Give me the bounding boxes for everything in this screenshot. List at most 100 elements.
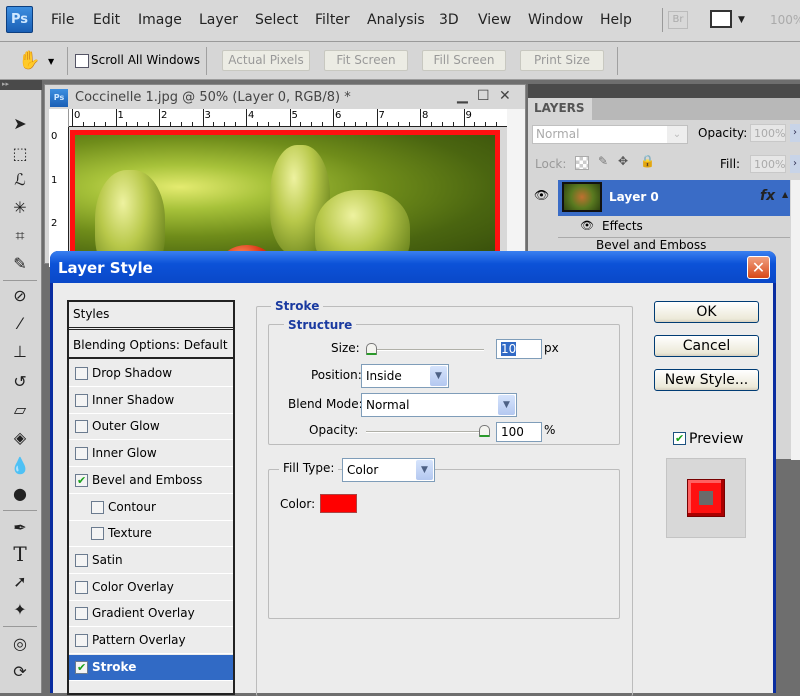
zoom-level[interactable]: 100%	[770, 13, 800, 27]
styles-header[interactable]: Styles	[69, 302, 233, 330]
path-selection-tool-icon[interactable]: ➚	[6, 570, 34, 594]
fit-screen-button[interactable]: Fit Screen	[324, 50, 408, 71]
menu-3d[interactable]: 3D	[439, 12, 459, 28]
move-tool-icon[interactable]: ➤	[6, 112, 34, 136]
collapse-effects-icon[interactable]: ▲	[782, 190, 788, 199]
style-checkbox[interactable]	[75, 553, 88, 567]
new-style-button[interactable]: New Style...	[654, 369, 759, 391]
minimize-icon[interactable]: ▁	[457, 88, 468, 104]
fill-input[interactable]: 100%	[750, 155, 786, 173]
style-checkbox[interactable]	[91, 527, 104, 541]
hand-tool-icon[interactable]: ✋	[18, 50, 40, 71]
canvas-image[interactable]	[70, 130, 500, 285]
opacity-slider-track[interactable]	[366, 431, 484, 433]
opacity-slider-thumb[interactable]	[479, 425, 490, 437]
style-item-gradient-overlay[interactable]: Gradient Overlay	[69, 601, 233, 628]
fx-icon[interactable]: fx	[760, 188, 775, 204]
healing-brush-tool-icon[interactable]: ⊘	[6, 284, 34, 308]
opacity-input[interactable]: 100	[496, 422, 542, 442]
effects-row[interactable]: 👁 Effects	[558, 216, 790, 238]
layer-row[interactable]: Layer 0 fx ▲	[558, 180, 790, 216]
menu-layer[interactable]: Layer	[199, 12, 238, 28]
cancel-button[interactable]: Cancel	[654, 335, 759, 357]
tool-preset-dropdown-icon[interactable]: ▼	[48, 57, 54, 66]
screen-mode-dropdown-icon[interactable]: ▼	[738, 15, 745, 25]
menu-file[interactable]: File	[51, 12, 74, 28]
blend-mode-select[interactable]: Normal ▼	[361, 393, 517, 417]
lock-transparency-icon[interactable]	[575, 156, 589, 170]
marquee-tool-icon[interactable]: ⬚	[6, 142, 34, 166]
fill-type-select[interactable]: Color ▼	[342, 458, 435, 482]
ok-button[interactable]: OK	[654, 301, 759, 323]
style-item-color-overlay[interactable]: Color Overlay	[69, 575, 233, 601]
preview-checkbox[interactable]: ✔	[673, 432, 686, 445]
menu-help[interactable]: Help	[600, 12, 632, 28]
style-checkbox[interactable]	[75, 367, 88, 380]
scroll-all-windows-checkbox[interactable]	[75, 54, 89, 68]
effects-visibility-eye-icon[interactable]: 👁	[580, 219, 594, 232]
style-checkbox[interactable]	[75, 393, 88, 407]
style-checkbox[interactable]	[75, 607, 88, 621]
ruler-origin[interactable]	[49, 109, 69, 127]
tab-layers[interactable]: LAYERS	[528, 98, 592, 120]
menu-view[interactable]: View	[478, 12, 511, 28]
collapse-tools-icon[interactable]: ▸▸	[0, 80, 42, 90]
style-item-satin[interactable]: Satin	[69, 548, 233, 574]
dialog-title-bar[interactable]: Layer Style ✕	[50, 251, 776, 283]
menu-filter[interactable]: Filter	[315, 12, 350, 28]
dodge-tool-icon[interactable]: ●	[6, 482, 34, 506]
size-input[interactable]: 10	[496, 339, 542, 359]
menu-image[interactable]: Image	[138, 12, 182, 28]
paint-bucket-tool-icon[interactable]: ◈	[6, 426, 34, 450]
eyedropper-tool-icon[interactable]: ✎	[6, 252, 34, 276]
size-slider-thumb[interactable]	[365, 343, 377, 355]
style-item-inner-glow[interactable]: Inner Glow	[69, 441, 233, 468]
panel-dock-bar[interactable]	[528, 84, 800, 98]
style-checkbox[interactable]: ✔	[75, 473, 88, 487]
lock-all-icon[interactable]: 🔒	[640, 154, 655, 168]
close-document-icon[interactable]: ✕	[499, 88, 511, 104]
fill-slider-arrow-icon[interactable]: ›	[790, 155, 800, 173]
maximize-icon[interactable]: ☐	[477, 88, 490, 104]
style-item-contour[interactable]: Contour	[69, 495, 233, 521]
3d-rotate-tool-icon[interactable]: ◎	[6, 632, 34, 656]
opacity-slider-arrow-icon[interactable]: ›	[790, 124, 800, 142]
style-checkbox[interactable]	[75, 420, 88, 434]
close-icon[interactable]: ✕	[747, 256, 770, 279]
style-checkbox[interactable]	[91, 500, 104, 514]
style-item-pattern-overlay[interactable]: Pattern Overlay	[69, 628, 233, 654]
style-checkbox[interactable]	[75, 447, 88, 461]
clone-stamp-tool-icon[interactable]: ⊥	[6, 340, 34, 364]
history-brush-tool-icon[interactable]: ↺	[6, 370, 34, 394]
blur-tool-icon[interactable]: 💧	[6, 454, 34, 478]
menu-select[interactable]: Select	[255, 12, 298, 28]
custom-shape-tool-icon[interactable]: ✦	[6, 598, 34, 622]
layers-scrollbar[interactable]	[791, 180, 800, 460]
position-select[interactable]: Inside ▼	[361, 364, 449, 388]
lock-position-icon[interactable]: ✥	[618, 154, 628, 168]
document-title[interactable]: Coccinelle 1.jpg @ 50% (Layer 0, RGB/8) …	[75, 90, 351, 105]
screen-mode-icon[interactable]	[710, 10, 732, 28]
fill-screen-button[interactable]: Fill Screen	[422, 50, 506, 71]
style-item-inner-shadow[interactable]: Inner Shadow	[69, 388, 233, 414]
style-item-bevel-and-emboss[interactable]: ✔ Bevel and Emboss	[69, 468, 233, 494]
lock-image-pixels-icon[interactable]: ✎	[598, 154, 608, 168]
blending-options-item[interactable]: Blending Options: Default	[69, 332, 233, 359]
style-item-drop-shadow[interactable]: Drop Shadow	[69, 361, 233, 387]
menu-edit[interactable]: Edit	[93, 12, 120, 28]
opacity-input[interactable]: 100%	[750, 124, 786, 142]
size-slider-track[interactable]	[366, 349, 484, 351]
crop-tool-icon[interactable]: ⌗	[6, 224, 34, 248]
print-size-button[interactable]: Print Size	[520, 50, 604, 71]
style-checkbox[interactable]	[75, 634, 88, 647]
menu-analysis[interactable]: Analysis	[367, 12, 425, 28]
style-item-outer-glow[interactable]: Outer Glow	[69, 414, 233, 441]
effect-item-bevel-and-emboss[interactable]: Bevel and Emboss	[596, 238, 706, 252]
menu-window[interactable]: Window	[528, 12, 583, 28]
actual-pixels-button[interactable]: Actual Pixels	[222, 50, 310, 71]
magic-wand-tool-icon[interactable]: ✳	[6, 196, 34, 220]
eraser-tool-icon[interactable]: ▱	[6, 398, 34, 422]
brush-tool-icon[interactable]: ⁄	[6, 312, 34, 336]
layer-blend-mode-select[interactable]: Normal ⌄	[532, 125, 688, 144]
style-item-texture[interactable]: Texture	[69, 521, 233, 548]
